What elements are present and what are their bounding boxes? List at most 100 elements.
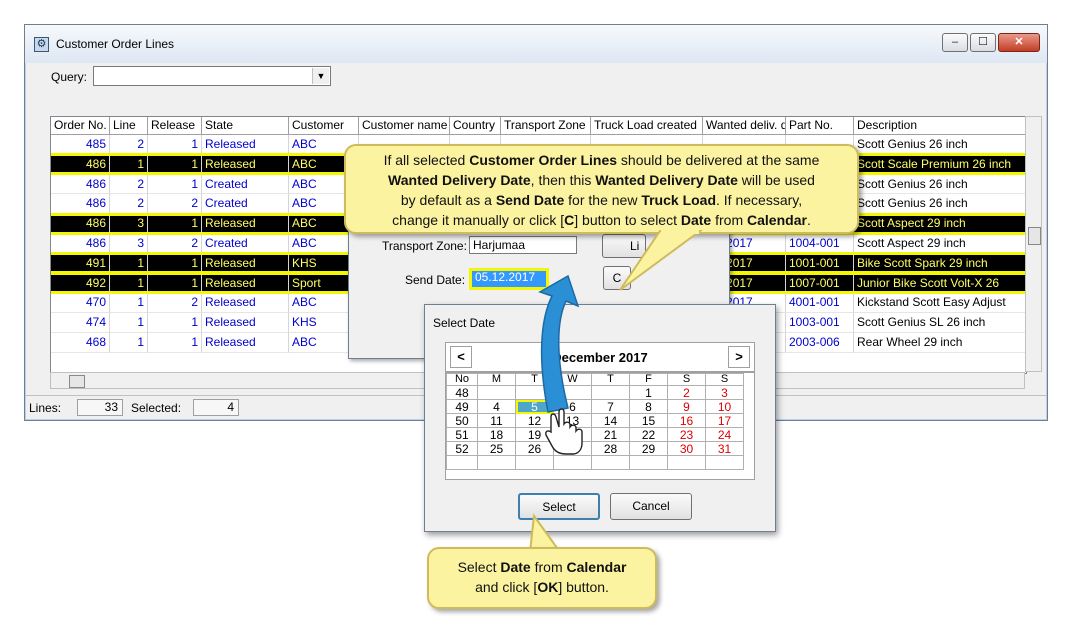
table-cell[interactable]: 4001-001 [786,293,854,314]
calendar-day[interactable]: 25 [477,441,516,456]
table-cell[interactable]: Created [202,174,289,195]
vertical-scroll-thumb[interactable] [1028,227,1041,245]
column-header[interactable]: Description [854,117,1026,135]
calendar-day[interactable]: 6 [553,399,592,414]
calendar-day[interactable] [553,385,592,400]
query-select[interactable]: ▼ [93,66,331,86]
table-cell[interactable]: Released [202,313,289,333]
table-cell[interactable]: Created [202,234,289,254]
table-cell[interactable]: Rear Wheel 29 inch [854,333,1026,353]
table-cell[interactable]: Created [202,194,289,215]
table-cell[interactable]: Released [202,135,289,155]
calendar-day[interactable]: 19 [515,427,554,442]
table-cell[interactable]: Scott Genius SL 26 inch [854,313,1026,333]
calendar-day[interactable]: 28 [591,441,630,456]
calendar-day[interactable]: 1 [629,385,668,400]
calendar-day[interactable]: 5 [515,399,554,414]
column-header[interactable]: Wanted deliv. d [703,117,786,135]
table-cell[interactable]: 1003-001 [786,313,854,333]
table-cell[interactable]: 1 [148,333,202,353]
send-date-field[interactable]: 05.12.2017 [469,268,549,290]
transport-zone-field[interactable]: Harjumaa [469,236,577,254]
calendar-day[interactable]: 20 [553,427,592,442]
calendar-day[interactable]: 9 [667,399,706,414]
calendar-day[interactable]: 31 [705,441,744,456]
table-cell[interactable]: 1 [148,313,202,333]
table-cell[interactable]: 485 [51,135,110,155]
chevron-down-icon[interactable]: ▼ [312,68,329,84]
calendar-day[interactable]: 26 [515,441,554,456]
table-cell[interactable]: 2 [148,234,202,254]
calendar-day[interactable]: 15 [629,413,668,428]
table-cell[interactable]: 1 [148,174,202,195]
title-bar[interactable]: ⚙ Customer Order Lines – ☐ ✕ [25,25,1047,63]
table-cell[interactable]: 1 [148,135,202,155]
maximize-button[interactable]: ☐ [970,33,996,52]
column-header[interactable]: Part No. [786,117,854,135]
table-cell[interactable]: 486 [51,194,110,215]
select-button[interactable]: Select [518,493,600,520]
column-header[interactable]: Truck Load created [591,117,703,135]
table-cell[interactable]: 2 [148,293,202,314]
table-cell[interactable]: 470 [51,293,110,314]
list-button[interactable]: Li [602,234,646,258]
calendar-day[interactable] [477,385,516,400]
calendar-day[interactable]: 27 [553,441,592,456]
table-cell[interactable]: 468 [51,333,110,353]
table-cell[interactable]: 3 [110,234,148,254]
calendar-day[interactable]: 29 [629,441,668,456]
next-month-button[interactable]: > [728,346,750,368]
calendar-day[interactable]: 13 [553,413,592,428]
table-cell[interactable]: Scott Genius 26 inch [854,194,1026,215]
cancel-button[interactable]: Cancel [610,493,692,520]
calendar-day[interactable]: 22 [629,427,668,442]
calendar-day[interactable]: 7 [591,399,630,414]
calendar-day[interactable] [591,385,630,400]
calendar-day[interactable]: 23 [667,427,706,442]
calendar-day[interactable]: 16 [667,413,706,428]
calendar-day[interactable]: 17 [705,413,744,428]
table-cell[interactable]: 1 [110,333,148,353]
table-cell[interactable]: 2 [148,194,202,215]
column-header[interactable]: Order No. [51,117,110,135]
calendar-day[interactable] [515,385,554,400]
calendar-day[interactable]: 3 [705,385,744,400]
column-header[interactable]: Customer [289,117,359,135]
calendar-day[interactable]: 8 [629,399,668,414]
close-button[interactable]: ✕ [998,33,1040,52]
table-cell[interactable]: 1004-001 [786,234,854,254]
calendar-day[interactable]: 12 [515,413,554,428]
table-cell[interactable]: Scott Genius 26 inch [854,174,1026,195]
column-header[interactable]: Transport Zone [501,117,591,135]
table-cell[interactable]: 2 [110,194,148,215]
calendar-day[interactable]: 24 [705,427,744,442]
calendar-day[interactable]: 10 [705,399,744,414]
table-cell[interactable]: 486 [51,174,110,195]
table-cell[interactable]: 2003-006 [786,333,854,353]
column-header[interactable]: Line [110,117,148,135]
horizontal-scroll-thumb[interactable] [69,375,85,388]
table-cell[interactable]: 1 [110,293,148,314]
table-cell[interactable]: 474 [51,313,110,333]
calendar-day[interactable]: 30 [667,441,706,456]
calendar-day[interactable]: 11 [477,413,516,428]
column-header[interactable]: Country [450,117,501,135]
column-header[interactable]: Release [148,117,202,135]
column-header[interactable]: Customer name [359,117,450,135]
calendar-day[interactable]: 18 [477,427,516,442]
table-cell[interactable]: 2 [110,174,148,195]
calendar-day[interactable]: 14 [591,413,630,428]
table-cell[interactable]: 1 [110,313,148,333]
column-header[interactable]: State [202,117,289,135]
table-cell[interactable]: Scott Genius 26 inch [854,135,1026,155]
table-cell[interactable]: Released [202,293,289,314]
table-cell[interactable]: Released [202,333,289,353]
minimize-button[interactable]: – [942,33,968,52]
calendar-day[interactable]: 2 [667,385,706,400]
calendar-button[interactable]: C [603,266,631,290]
table-cell[interactable]: 2 [110,135,148,155]
table-cell[interactable]: 486 [51,234,110,254]
table-cell[interactable]: Scott Aspect 29 inch [854,234,1026,254]
calendar-day[interactable]: 4 [477,399,516,414]
table-cell[interactable]: Kickstand Scott Easy Adjust [854,293,1026,314]
